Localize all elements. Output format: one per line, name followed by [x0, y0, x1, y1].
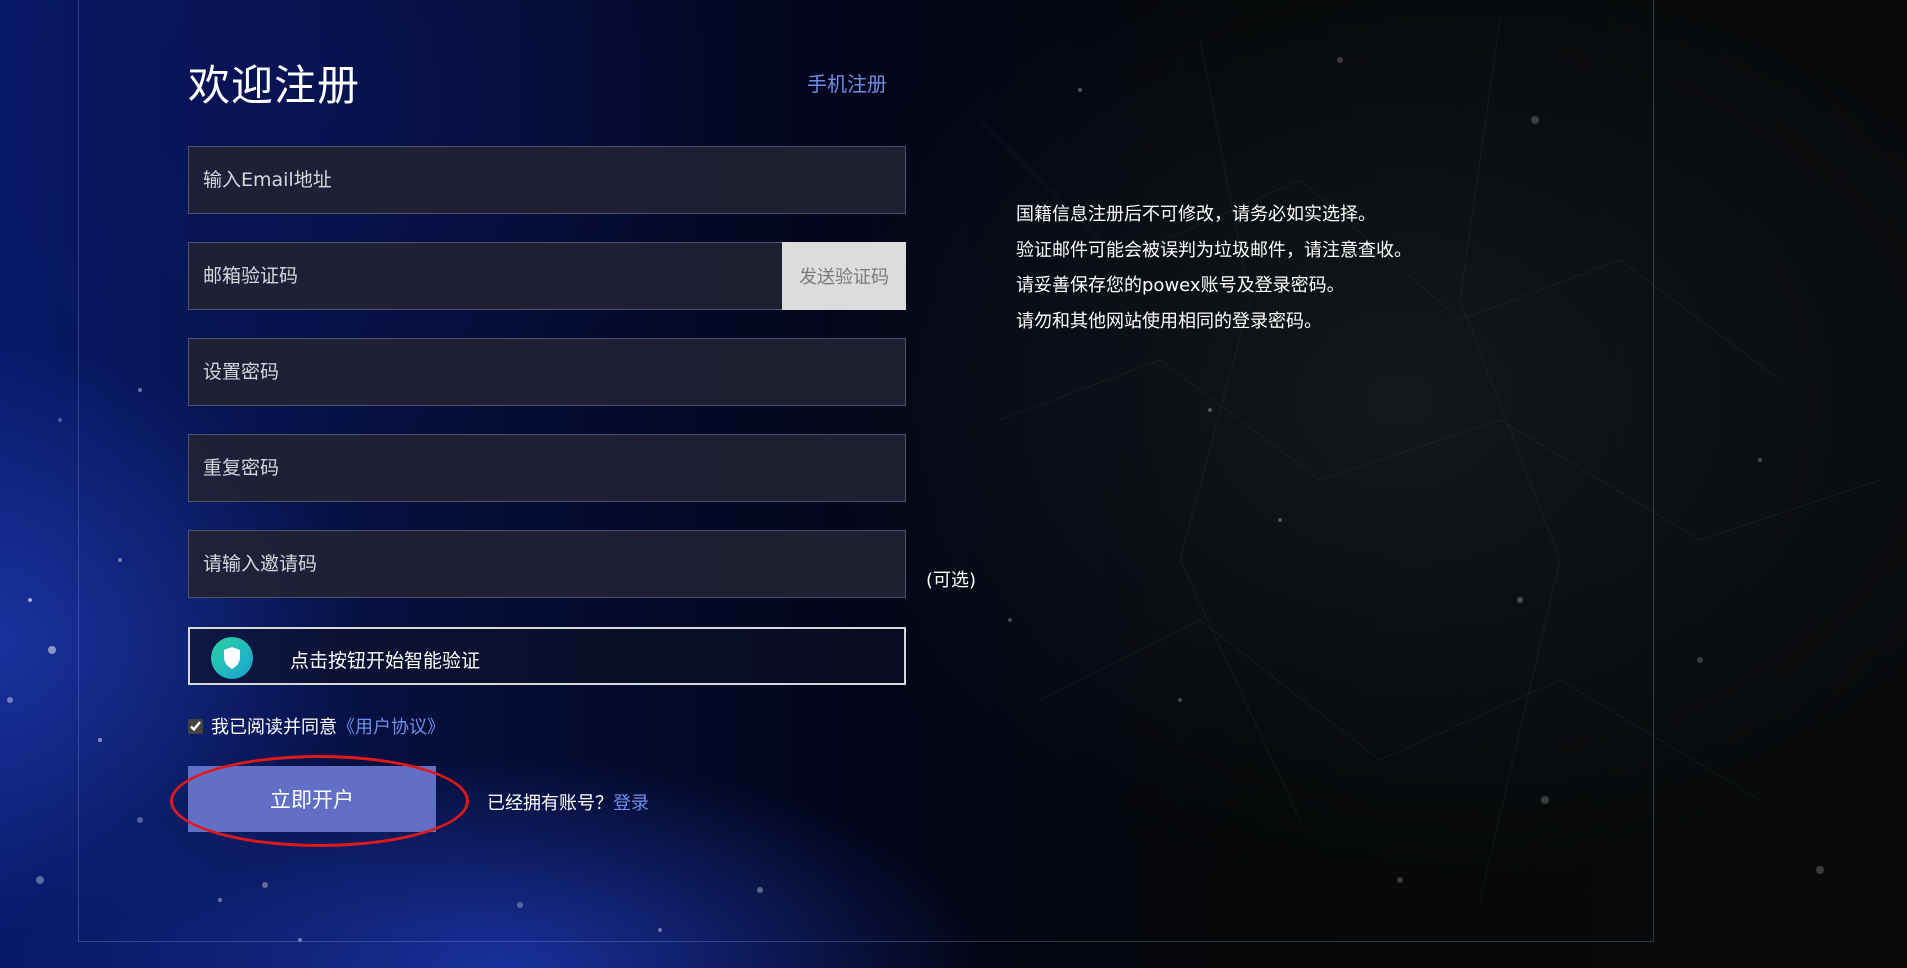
email-code-input[interactable]: [189, 243, 781, 309]
invite-code-field-box: [188, 530, 906, 598]
agree-checkbox[interactable]: [188, 718, 203, 734]
agree-row: 我已阅读并同意 《用户协议》: [188, 713, 445, 739]
invite-code-input[interactable]: [189, 531, 905, 597]
shield-icon: [211, 637, 253, 679]
email-code-field-box: 发送验证码: [188, 242, 906, 310]
send-code-button[interactable]: 发送验证码: [782, 242, 906, 310]
email-field-box: [188, 146, 906, 214]
note-item: 国籍信息注册后不可修改，请务必如实选择。: [1016, 204, 1376, 225]
captcha-button[interactable]: 点击按钮开始智能验证: [188, 627, 906, 685]
have-account-row: 已经拥有账号？登录: [487, 789, 649, 815]
invite-optional-label: (可选): [926, 570, 977, 591]
user-agreement-link[interactable]: 《用户协议》: [337, 713, 445, 739]
password-field-box: [188, 338, 906, 406]
page-title: 欢迎注册: [188, 61, 361, 110]
note-item: 验证邮件可能会被误判为垃圾邮件，请注意查收。: [1016, 239, 1412, 261]
open-account-button[interactable]: 立即开户: [188, 766, 436, 832]
captcha-label: 点击按钮开始智能验证: [290, 650, 481, 672]
registration-notes: 国籍信息注册后不可修改，请务必如实选择。 验证邮件可能会被误判为垃圾邮件，请注意…: [1016, 197, 1412, 339]
note-item: 请妥善保存您的powex账号及登录密码。: [1016, 275, 1345, 296]
agree-text: 我已阅读并同意: [211, 717, 337, 738]
password-input[interactable]: [189, 339, 905, 405]
repeat-password-field-box: [188, 434, 906, 502]
login-link[interactable]: 登录: [613, 793, 649, 814]
repeat-password-input[interactable]: [189, 435, 905, 501]
phone-register-link[interactable]: 手机注册: [807, 68, 887, 97]
email-input[interactable]: [189, 147, 905, 213]
note-item: 请勿和其他网站使用相同的登录密码。: [1016, 310, 1322, 332]
have-account-text: 已经拥有账号？: [487, 793, 613, 814]
